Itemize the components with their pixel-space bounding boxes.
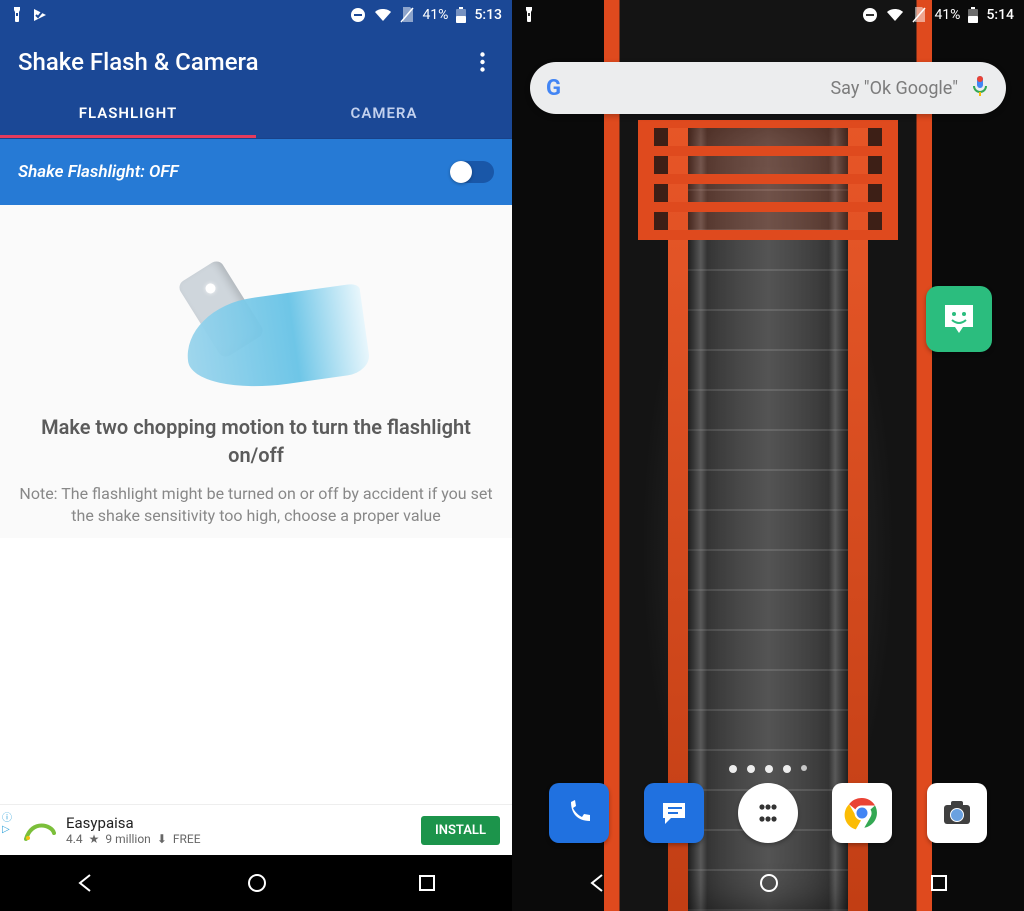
bitmoji-icon [926, 286, 992, 352]
app-bitmoji[interactable]: Bitmoji [926, 286, 970, 308]
wifi-icon [374, 8, 392, 22]
google-search-bar[interactable]: G Say "Ok Google" [530, 62, 1006, 114]
toggle-knob-icon [450, 161, 472, 183]
adchoices-icon[interactable]: ⓘ▷ [2, 809, 12, 835]
overflow-menu-button[interactable] [470, 50, 494, 74]
ad-title: Easypaisa [66, 814, 421, 832]
nav-home-button[interactable] [246, 872, 268, 894]
battery-percent: 41% [422, 7, 448, 23]
dock-chrome-app[interactable] [832, 783, 892, 843]
nav-back-button[interactable] [587, 872, 609, 894]
nav-bar [0, 855, 512, 911]
wifi-icon [886, 8, 904, 22]
flashlight-notif-icon [10, 7, 24, 23]
instruction-note: Note: The flashlight might be turned on … [18, 483, 494, 528]
shake-flashlight-label: Shake Flashlight: OFF [18, 162, 179, 182]
ad-price: FREE [173, 832, 201, 846]
nav-back-button[interactable] [75, 872, 97, 894]
battery-icon [968, 7, 978, 23]
dnd-icon [350, 7, 366, 23]
play-check-icon [32, 7, 48, 23]
instruction-headline: Make two chopping motion to turn the fla… [18, 413, 494, 469]
nav-bar [512, 855, 1024, 911]
install-button[interactable]: INSTALL [421, 816, 500, 845]
dock-messages-app[interactable] [644, 783, 704, 843]
no-sim-icon [400, 7, 414, 23]
nav-recents-button[interactable] [929, 873, 949, 893]
star-icon: ★ [89, 832, 100, 846]
tab-bar: FLASHLIGHT CAMERA [0, 88, 512, 139]
phone-left: 41% 5:13 Shake Flash & Camera FLASHLIGHT… [0, 0, 512, 911]
status-bar: 41% 5:14 [512, 0, 1024, 30]
nav-recents-button[interactable] [417, 873, 437, 893]
ad-banner[interactable]: ⓘ▷ Easypaisa 4.4 ★ 9 million ⬇ FREE INST… [0, 804, 512, 855]
dock-camera-app[interactable] [927, 783, 987, 843]
ad-rating: 4.4 [66, 832, 83, 846]
dock-phone-app[interactable] [549, 783, 609, 843]
status-bar: 41% 5:13 [0, 0, 512, 30]
app-title: Shake Flash & Camera [18, 48, 259, 76]
tab-flashlight[interactable]: FLASHLIGHT [0, 88, 256, 138]
ad-app-icon [22, 813, 56, 847]
ad-downloads: 9 million [105, 832, 150, 846]
app-drawer-button[interactable] [738, 783, 798, 843]
status-clock: 5:13 [474, 7, 502, 23]
dnd-icon [862, 7, 878, 23]
shake-flashlight-toggle[interactable] [450, 161, 494, 183]
app-bar: Shake Flash & Camera [0, 30, 512, 88]
download-icon: ⬇ [157, 832, 167, 846]
no-sim-icon [912, 7, 926, 23]
battery-percent: 41% [934, 7, 960, 23]
phone-right: 41% 5:14 G Say "Ok Google" Bitmoji [512, 0, 1024, 911]
search-hint: Say "Ok Google" [830, 78, 958, 99]
nav-home-button[interactable] [758, 872, 780, 894]
flashlight-notif-icon [522, 7, 536, 23]
content-area: Make two chopping motion to turn the fla… [0, 205, 512, 538]
tab-camera[interactable]: CAMERA [256, 88, 512, 138]
voice-search-button[interactable] [970, 74, 990, 102]
shake-flashlight-row: Shake Flashlight: OFF [0, 139, 512, 205]
ad-meta: 4.4 ★ 9 million ⬇ FREE [66, 832, 421, 846]
chop-illustration [126, 255, 386, 385]
google-logo-icon: G [546, 76, 561, 101]
battery-icon [456, 7, 466, 23]
dock [512, 771, 1024, 855]
status-clock: 5:14 [986, 7, 1014, 23]
bridge-decoration-icon [638, 120, 898, 240]
